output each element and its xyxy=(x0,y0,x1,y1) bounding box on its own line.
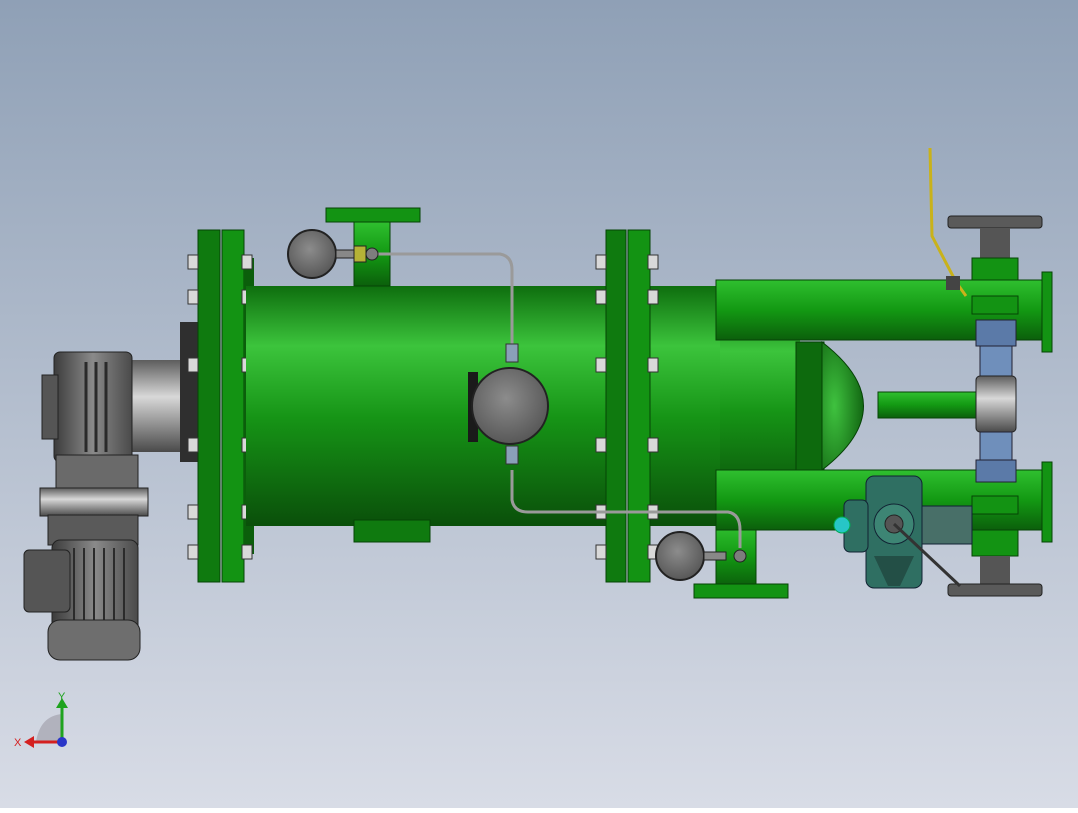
triad-y-label: Y xyxy=(58,691,66,703)
cad-viewport[interactable]: Y X xyxy=(0,0,1078,808)
center-nozzle xyxy=(877,391,979,419)
flange-right[interactable] xyxy=(605,229,651,583)
triad-x-label: X xyxy=(14,737,22,749)
support-foot xyxy=(353,519,431,543)
flange-left[interactable] xyxy=(197,229,254,583)
cad-model-drawing: Y X xyxy=(0,0,1078,808)
